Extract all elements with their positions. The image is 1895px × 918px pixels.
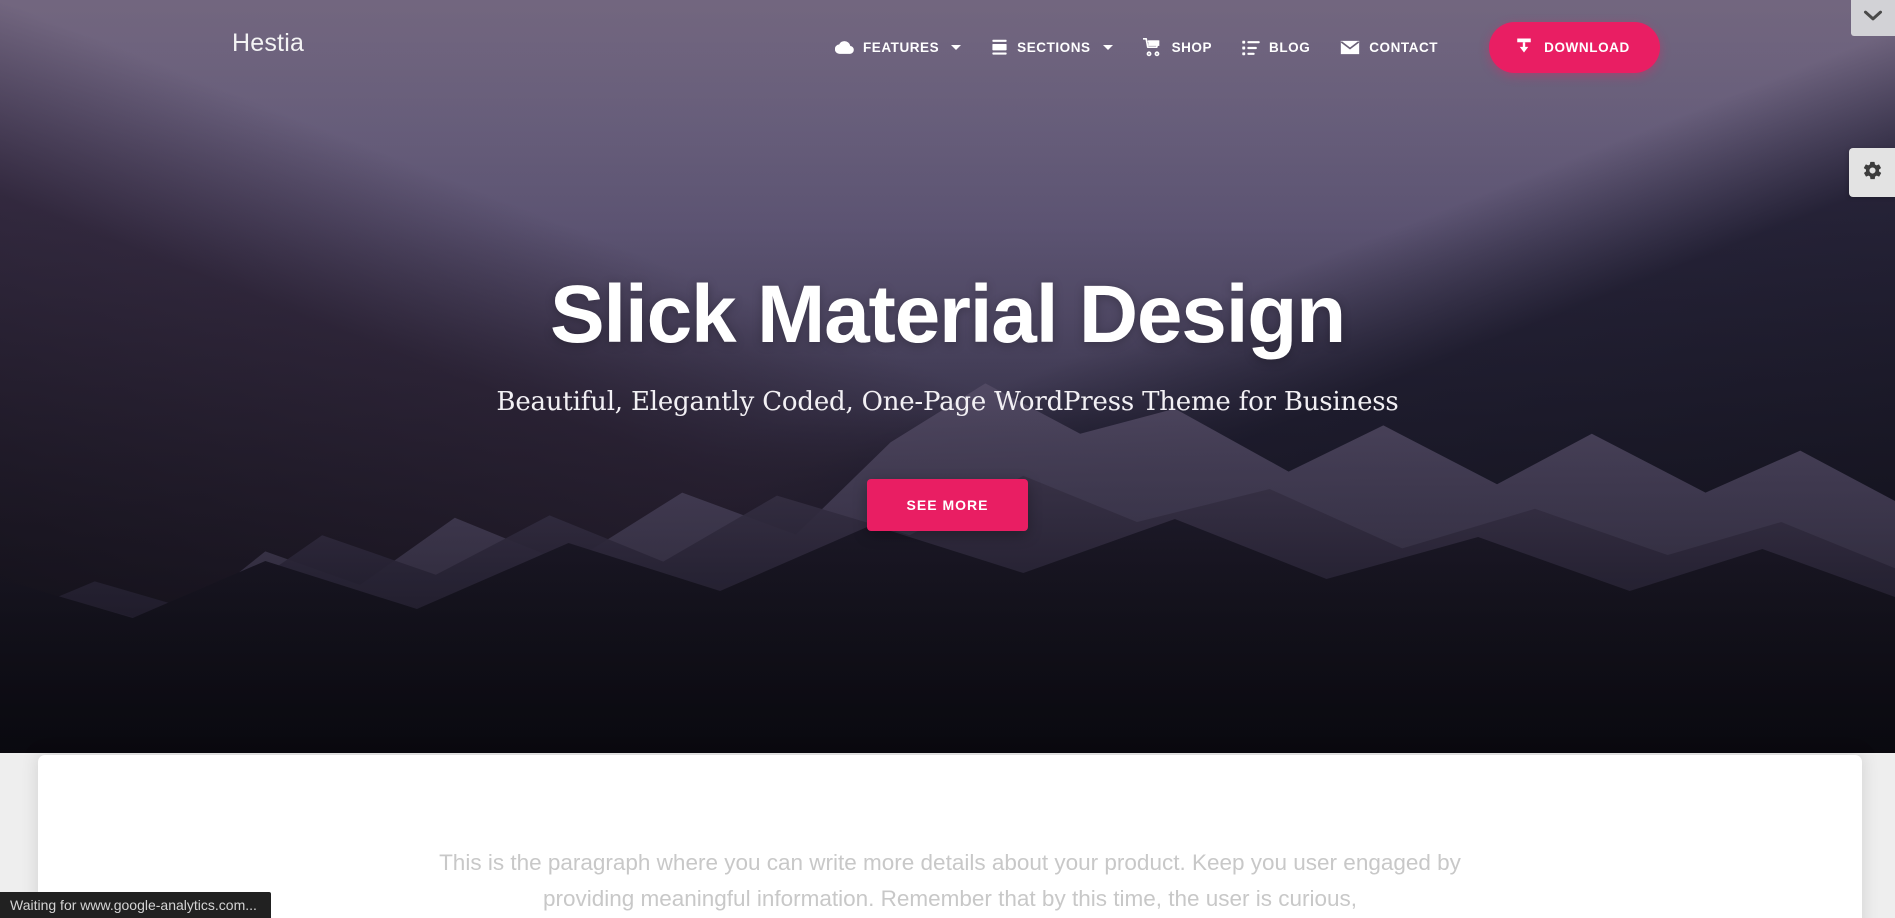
nav-item-shop[interactable]: SHOP [1128,26,1227,69]
nav-item-features[interactable]: FEATURES [820,28,976,67]
site-brand-logo[interactable]: Hestia [232,29,304,58]
nav-label-contact: CONTACT [1369,40,1439,55]
download-tray-icon [1515,37,1533,58]
shopping-cart-icon [1142,38,1163,57]
chevron-down-icon [951,45,962,50]
main-menu: FEATURES SECTIONS SHOP BLOG CONTACT DOWN… [820,22,1660,73]
nav-item-sections[interactable]: SECTIONS [976,27,1127,68]
list-icon [1242,40,1260,56]
browser-status-bar: Waiting for www.google-analytics.com... [0,892,271,918]
chevron-down-icon [1102,45,1113,50]
gear-icon [1862,160,1883,186]
layout-icon [991,39,1008,56]
envelope-icon [1340,40,1360,55]
download-button[interactable]: DOWNLOAD [1489,22,1660,73]
nav-label-features: FEATURES [863,40,940,55]
nav-item-blog[interactable]: BLOG [1227,28,1325,68]
card-paragraph: This is the paragraph where you can writ… [439,850,1461,912]
nav-label-blog: BLOG [1269,40,1311,55]
main-navbar: Hestia FEATURES SECTIONS SHOP BLOG CONTA… [0,0,1895,86]
settings-tab-button[interactable] [1849,148,1895,197]
download-button-label: DOWNLOAD [1544,40,1630,55]
browser-viewport: Hestia FEATURES SECTIONS SHOP BLOG CONTA… [0,0,1895,918]
content-card: This is the paragraph where you can writ… [38,755,1862,918]
nav-label-sections: SECTIONS [1017,40,1091,55]
chevron-down-icon [1863,9,1883,27]
nav-item-contact[interactable]: CONTACT [1325,28,1453,67]
collapse-toolbar-button[interactable] [1851,0,1895,36]
cloud-icon [835,40,854,55]
see-more-button[interactable]: SEE MORE [866,479,1029,532]
status-bar-text: Waiting for www.google-analytics.com... [10,897,257,913]
nav-label-shop: SHOP [1171,40,1213,55]
hero-subtitle: Beautiful, Elegantly Coded, One-Page Wor… [496,387,1399,418]
